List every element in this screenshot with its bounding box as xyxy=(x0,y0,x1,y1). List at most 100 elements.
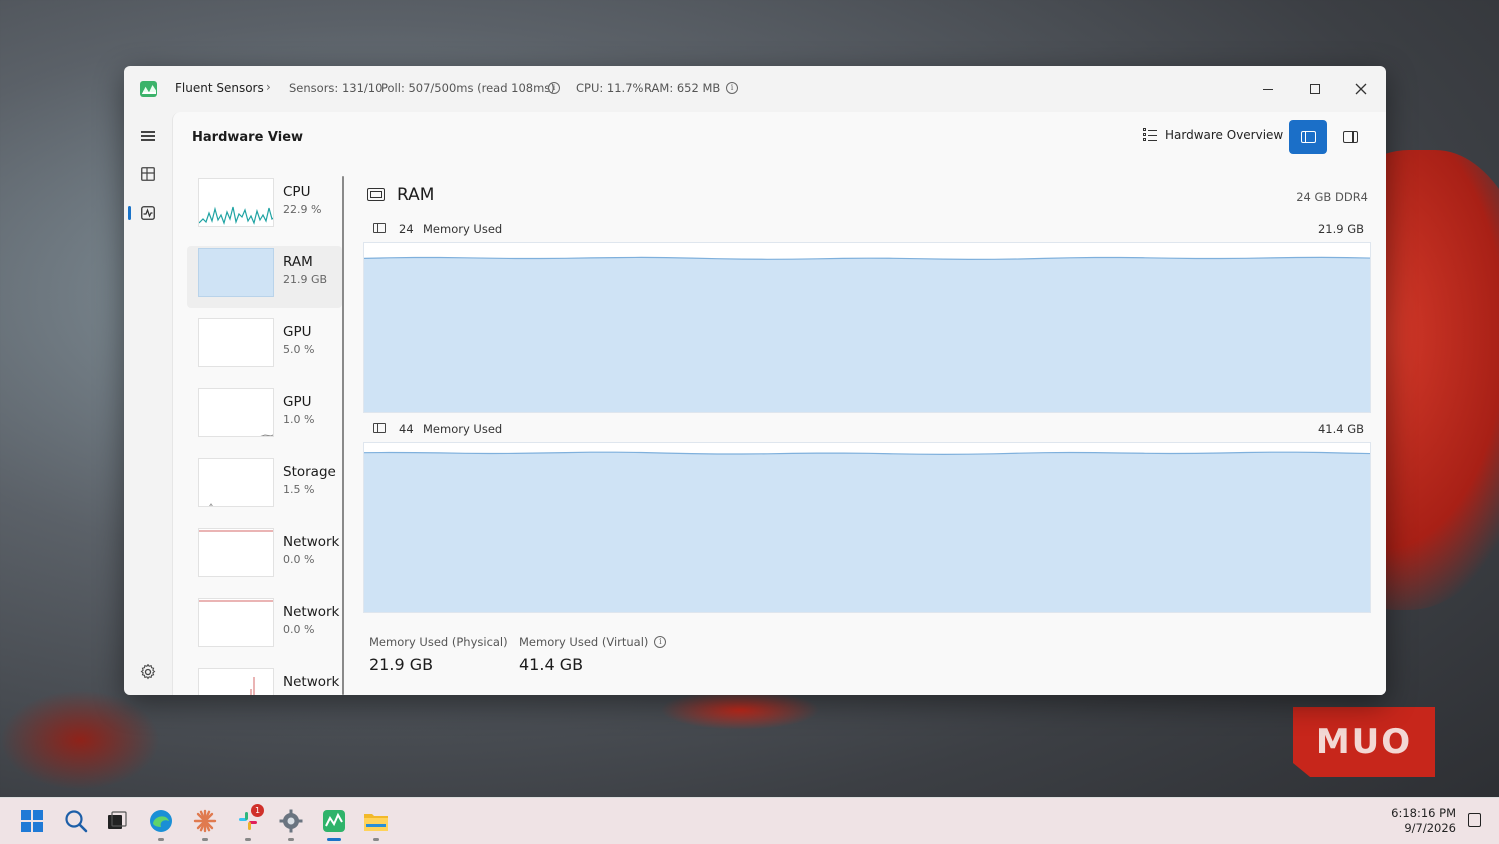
nav-hardware-view[interactable] xyxy=(132,199,164,227)
maximize-icon xyxy=(1310,84,1320,94)
series-value: 41.4 GB xyxy=(1317,422,1364,436)
hamburger-menu-icon xyxy=(141,129,155,144)
poll-status: Poll: 507/500ms (read 108ms) xyxy=(381,81,555,95)
list-icon xyxy=(1143,128,1157,142)
hardware-overview-label: Hardware Overview xyxy=(1165,128,1284,142)
series-label: Memory Used xyxy=(423,422,503,436)
sensors-count: Sensors: 131/10 xyxy=(289,81,383,95)
nav-dashboard[interactable] xyxy=(132,160,164,188)
cpu-sparkline xyxy=(199,206,273,225)
title-bar[interactable]: Fluent Sensors › Sensors: 131/10 Poll: 5… xyxy=(124,66,1386,112)
right-panel-icon xyxy=(1342,131,1358,143)
storage-sparkline xyxy=(209,503,213,506)
stat-label: Memory Used (Physical) xyxy=(369,635,508,649)
memory-used-physical-chart xyxy=(363,242,1371,413)
claude-icon xyxy=(193,809,217,833)
sensor-name: Storage xyxy=(283,464,336,480)
series-toggle-icon[interactable] xyxy=(373,223,386,233)
system-clock[interactable]: 6:18:16 PM 9/7/2026 xyxy=(1391,806,1456,836)
series-count: 44 xyxy=(399,422,414,436)
fluent-sensors-icon xyxy=(323,810,345,832)
sensor-item-ram[interactable]: RAM 21.9 GB xyxy=(187,246,342,308)
sensor-value: 0.0 % xyxy=(283,623,315,636)
edge-button[interactable] xyxy=(146,806,176,841)
network-thumbnail-chart xyxy=(198,598,274,647)
stat-value: 41.4 GB xyxy=(519,655,584,674)
sensor-item-network-1[interactable]: Network 0.0 % xyxy=(187,526,342,588)
ram-icon xyxy=(367,188,385,201)
sensor-item-network-3[interactable]: Network xyxy=(187,666,342,695)
start-icon xyxy=(21,810,43,832)
network-sparkline xyxy=(250,677,258,695)
slack-button[interactable]: 1 xyxy=(233,804,264,841)
series-count: 24 xyxy=(399,222,414,236)
sensor-name: GPU xyxy=(283,394,312,410)
gpu-thumbnail-chart xyxy=(198,318,274,367)
virtual-memory-info-icon[interactable]: i xyxy=(654,636,667,648)
hardware-overview-button[interactable]: Hardware Overview xyxy=(1143,128,1283,142)
sensor-item-cpu[interactable]: CPU 22.9 % xyxy=(187,176,342,238)
search-icon xyxy=(65,810,88,833)
detail-title: RAM xyxy=(397,185,435,205)
notification-bell-icon[interactable] xyxy=(1468,813,1481,827)
sensor-item-gpu-2[interactable]: GPU 1.0 % xyxy=(187,386,342,448)
stat-value: 21.9 GB xyxy=(369,655,434,674)
fluent-sensors-app-icon xyxy=(140,81,157,97)
sensor-name: GPU xyxy=(283,324,312,340)
start-button[interactable] xyxy=(17,806,47,836)
background-leaf-left xyxy=(0,690,160,790)
background-leaf-small xyxy=(660,690,820,730)
network-sparkline xyxy=(199,600,273,602)
stat-label: Memory Used (Virtual) i xyxy=(519,635,667,649)
footer-stat-virtual: Memory Used (Virtual) i 41.4 GB xyxy=(519,635,667,674)
nav-settings[interactable] xyxy=(132,658,164,686)
sensor-value: 5.0 % xyxy=(283,343,315,356)
sensor-value: 0.0 % xyxy=(283,553,315,566)
page-title: Hardware View xyxy=(192,130,304,145)
detail-view-button[interactable] xyxy=(1331,120,1369,154)
ram-thumbnail-chart xyxy=(198,248,274,297)
muo-watermark: MUO xyxy=(1293,707,1435,777)
maximize-button[interactable] xyxy=(1295,76,1335,102)
fluent-sensors-taskbar-button[interactable] xyxy=(319,806,349,841)
breadcrumb-chevron-icon: › xyxy=(266,80,271,94)
running-indicator xyxy=(158,838,164,841)
claude-button[interactable] xyxy=(190,806,220,841)
close-button[interactable] xyxy=(1341,76,1381,102)
cpu-thumbnail-chart xyxy=(198,178,274,227)
minimize-button[interactable] xyxy=(1248,76,1288,102)
poll-info-icon[interactable]: i xyxy=(548,82,560,94)
series-header-physical: 24 Memory Used 21.9 GB xyxy=(363,218,1371,240)
sensor-list-scrollbar[interactable] xyxy=(342,176,344,695)
sensor-item-gpu-1[interactable]: GPU 5.0 % xyxy=(187,316,342,378)
settings-app-button[interactable] xyxy=(276,806,306,841)
series-toggle-icon[interactable] xyxy=(373,423,386,433)
task-view-button[interactable] xyxy=(102,806,132,836)
series-label: Memory Used xyxy=(423,222,503,236)
sensor-item-storage[interactable]: Storage 1.5 % xyxy=(187,456,342,518)
hardware-view-icon xyxy=(141,206,155,220)
settings-gear-icon xyxy=(279,809,303,833)
usage-info-icon[interactable]: i xyxy=(726,82,738,94)
sensor-value: 21.9 GB xyxy=(283,273,328,286)
sensor-item-network-2[interactable]: Network 0.0 % xyxy=(187,596,342,658)
running-indicator xyxy=(245,838,251,841)
sensor-value: 1.0 % xyxy=(283,413,315,426)
memory-used-virtual-chart xyxy=(363,442,1371,613)
ram-spec: 24 GB DDR4 xyxy=(1296,190,1368,204)
file-explorer-icon xyxy=(364,814,388,831)
navigation-rail xyxy=(124,112,172,695)
settings-icon xyxy=(140,664,156,680)
series-value: 21.9 GB xyxy=(1317,222,1364,236)
series-header-virtual: 44 Memory Used 41.4 GB xyxy=(363,418,1371,440)
sensor-name: Network xyxy=(283,674,340,690)
sensor-name: CPU xyxy=(283,184,311,200)
hamburger-menu-button[interactable] xyxy=(132,122,164,150)
split-view-button[interactable] xyxy=(1289,120,1327,154)
memory-area-physical xyxy=(364,257,1370,412)
app-title: Fluent Sensors xyxy=(175,81,264,95)
search-button[interactable] xyxy=(61,806,91,836)
file-explorer-button[interactable] xyxy=(361,806,391,841)
slack-notification-badge: 1 xyxy=(251,804,264,817)
running-indicator xyxy=(288,838,294,841)
